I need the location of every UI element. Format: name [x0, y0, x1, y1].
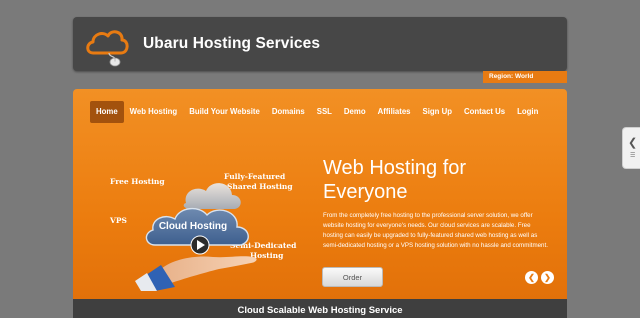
nav-item-contact-us[interactable]: Contact Us [458, 101, 511, 123]
chevron-left-icon[interactable]: ❮ [525, 271, 538, 284]
label-vps: VPS [109, 216, 127, 225]
main-banner: Home Web Hosting Build Your Website Doma… [73, 89, 567, 318]
chevron-right-icon[interactable]: ❯ [541, 271, 554, 284]
nav-item-sign-up[interactable]: Sign Up [417, 101, 458, 123]
site-header: Ubaru Hosting Services [73, 17, 567, 71]
nav-item-affiliates[interactable]: Affiliates [372, 101, 417, 123]
nav-item-build-your-website[interactable]: Build Your Website [183, 101, 266, 123]
nav-item-domains[interactable]: Domains [266, 101, 311, 123]
hero-title-line2: Everyone [323, 181, 408, 203]
side-panel-tab[interactable]: ❮ ☰ [622, 127, 640, 169]
hosting-illustration: Free Hosting Fully-Featured Shared Hosti… [109, 172, 297, 291]
hero-title-line1: Web Hosting for [323, 157, 467, 179]
cloud-mouse-icon[interactable] [83, 23, 131, 67]
label-fully-featured: Fully-Featured [224, 172, 286, 181]
hero-description: From the completely free hosting to the … [323, 212, 548, 250]
chevron-left-icon: ❮ [628, 137, 638, 149]
nav-item-ssl[interactable]: SSL [311, 101, 338, 123]
region-selector[interactable]: Region: World [483, 71, 567, 83]
tagline-bar: Cloud Scalable Web Hosting Service [73, 299, 567, 318]
main-nav: Home Web Hosting Build Your Website Doma… [90, 101, 544, 123]
grip-icon: ☰ [630, 153, 636, 159]
label-shared-hosting: Shared Hosting [227, 182, 293, 191]
nav-item-login[interactable]: Login [511, 101, 544, 123]
order-button[interactable]: Order [322, 267, 383, 287]
nav-item-home[interactable]: Home [90, 101, 124, 123]
hero-title: Web Hosting for Everyone [323, 156, 523, 204]
nav-item-demo[interactable]: Demo [338, 101, 372, 123]
site-title[interactable]: Ubaru Hosting Services [143, 35, 320, 53]
nav-item-web-hosting[interactable]: Web Hosting [124, 101, 184, 123]
label-cloud-hosting: Cloud Hosting [159, 221, 227, 232]
label-free-hosting: Free Hosting [110, 177, 165, 186]
